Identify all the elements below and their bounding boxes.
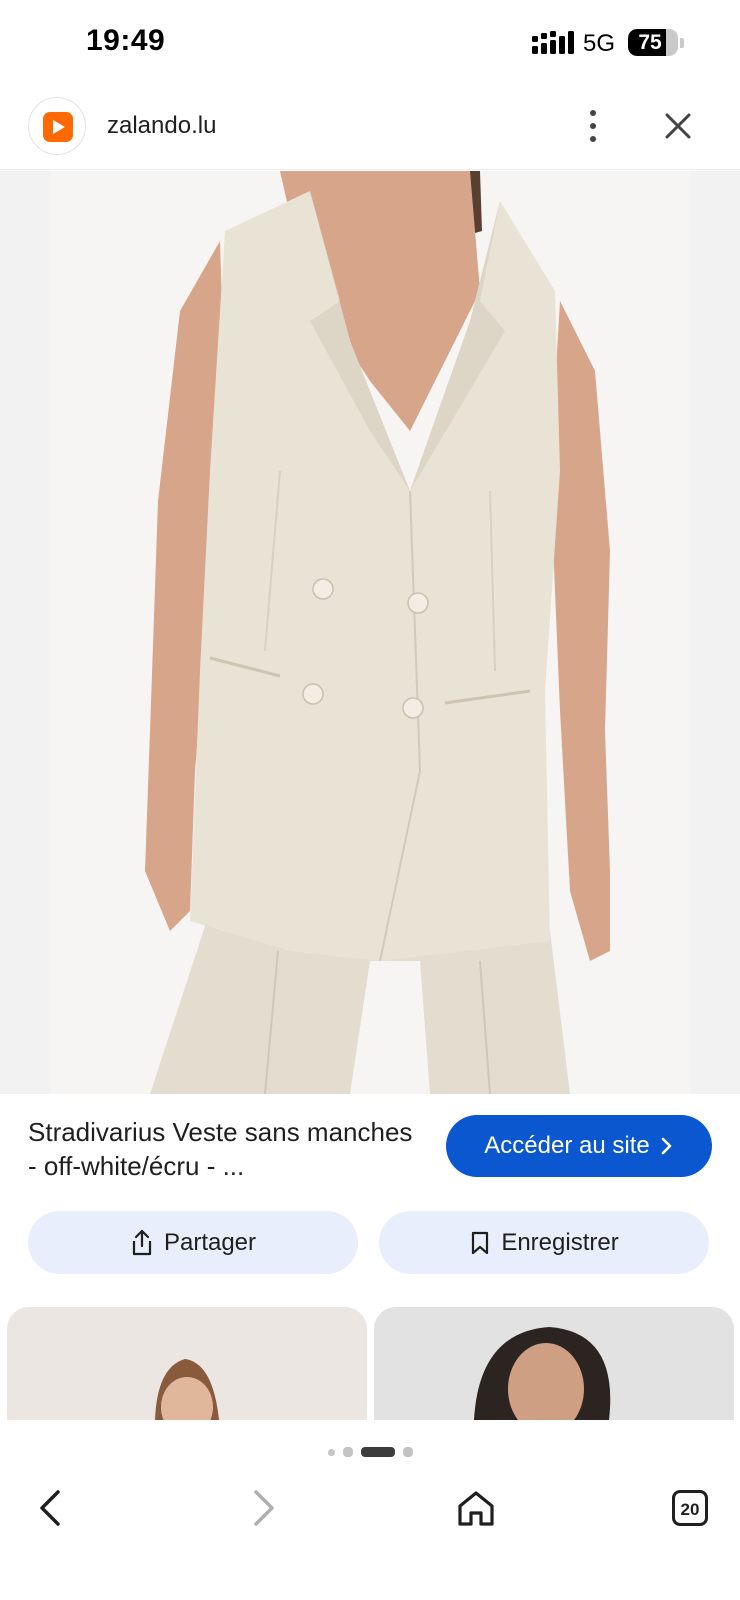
- close-icon[interactable]: [662, 110, 694, 142]
- related-image: [474, 1327, 611, 1420]
- tabs-count: 20: [680, 1500, 700, 1519]
- product-image[interactable]: [0, 171, 740, 1094]
- battery-icon: 75: [628, 29, 678, 56]
- site-domain[interactable]: zalando.lu: [107, 112, 216, 140]
- battery-nub: [680, 38, 684, 48]
- home-icon[interactable]: [452, 1484, 500, 1532]
- site-favicon[interactable]: [28, 97, 86, 155]
- tabs-button[interactable]: 20: [666, 1484, 714, 1532]
- more-vertical-icon[interactable]: [578, 106, 608, 146]
- chevron-right-icon: [661, 1137, 672, 1155]
- site-header: zalando.lu: [0, 88, 740, 170]
- bottom-nav: 20: [0, 1466, 740, 1600]
- related-thumbnail[interactable]: [7, 1307, 367, 1420]
- tabs-icon: 20: [672, 1490, 708, 1526]
- related-results: [0, 1307, 740, 1420]
- visit-site-label: Accéder au site: [484, 1132, 650, 1159]
- product-photo: [50, 171, 690, 1094]
- save-button[interactable]: Enregistrer: [379, 1211, 709, 1274]
- forward-arrow-icon[interactable]: [238, 1484, 286, 1532]
- product-title: Stradivarius Veste sans manches - off-wh…: [28, 1117, 413, 1181]
- zalando-logo-icon: [43, 112, 73, 142]
- pager-dot: [342, 1447, 353, 1457]
- product-illustration: [145, 171, 610, 1094]
- pager-dot: [327, 1448, 335, 1456]
- network-type: 5G: [583, 30, 616, 57]
- share-button[interactable]: Partager: [28, 1211, 358, 1274]
- back-arrow-icon[interactable]: [28, 1484, 76, 1532]
- pager-dot-active: [360, 1447, 395, 1457]
- pager-dot: [402, 1447, 413, 1457]
- signal-icon: [532, 31, 574, 54]
- status-bar: 19:49 5G 75: [0, 0, 740, 88]
- battery-level: 75: [638, 31, 662, 54]
- bookmark-icon: [472, 1231, 489, 1254]
- visit-site-button[interactable]: Accéder au site: [446, 1115, 712, 1177]
- status-time: 19:49: [86, 24, 166, 57]
- share-icon: [132, 1229, 152, 1255]
- related-thumbnail[interactable]: [374, 1307, 734, 1420]
- related-image: [155, 1359, 219, 1420]
- save-label: Enregistrer: [501, 1228, 619, 1256]
- share-label: Partager: [163, 1228, 257, 1256]
